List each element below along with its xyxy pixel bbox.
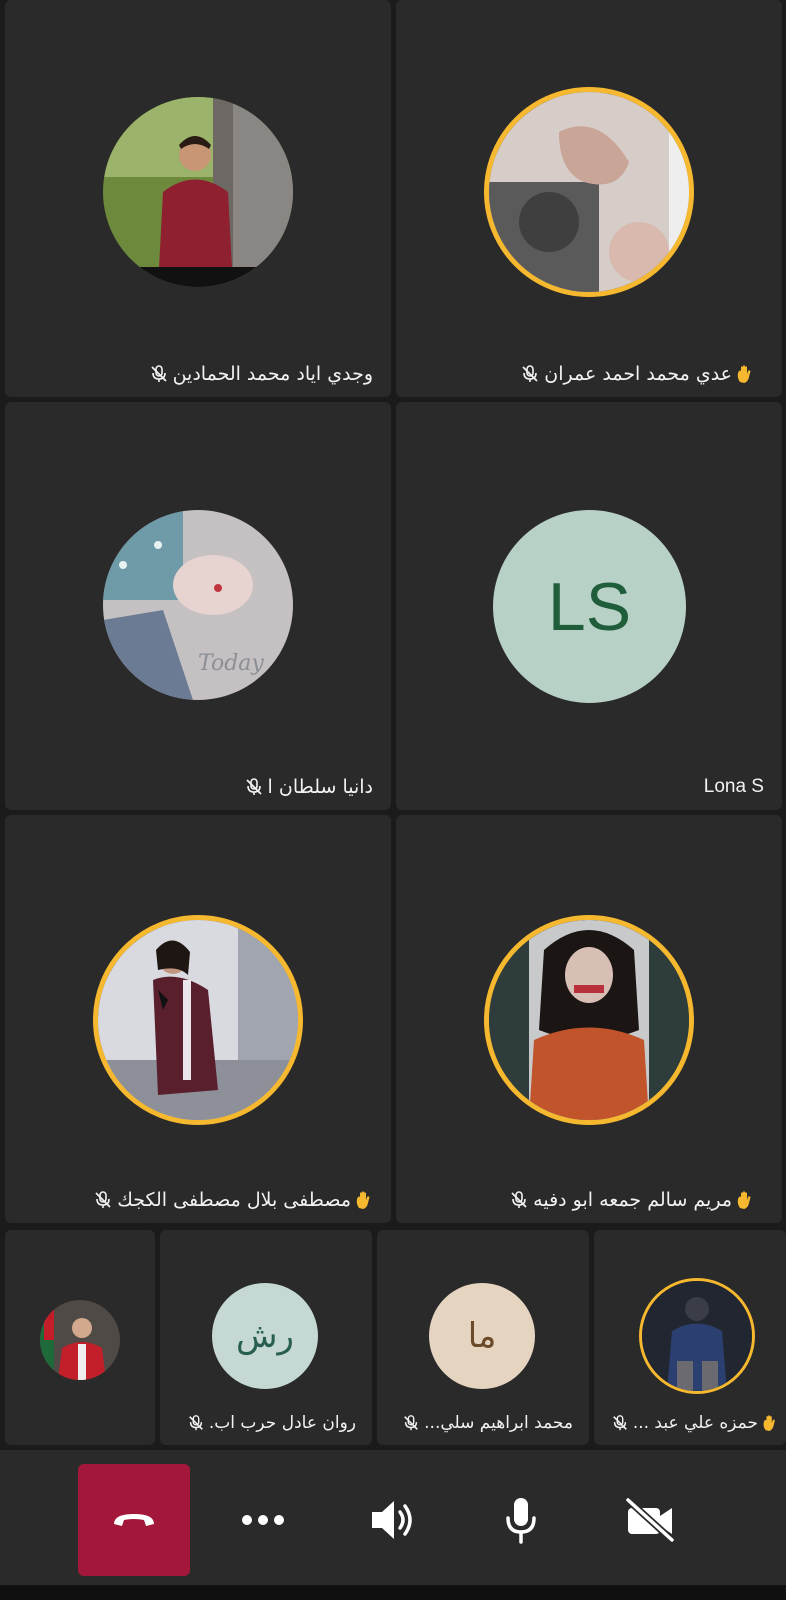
person-photo-icon bbox=[489, 920, 689, 1120]
speaker-icon bbox=[372, 1501, 412, 1539]
more-options-button[interactable] bbox=[207, 1464, 319, 1576]
mic-muted-icon bbox=[244, 777, 264, 797]
initials-text: رش bbox=[236, 1316, 294, 1356]
avatar-photo bbox=[639, 1278, 755, 1394]
microphone-button[interactable] bbox=[465, 1464, 577, 1576]
camera-off-icon bbox=[625, 1498, 675, 1542]
participant-tile-small-1[interactable] bbox=[5, 1230, 155, 1445]
mic-muted-icon bbox=[611, 1414, 629, 1432]
participant-tile-small-2[interactable]: رش روان عادل حرب اب. bbox=[160, 1230, 372, 1445]
participant-name: روان عادل حرب اب. bbox=[187, 1413, 356, 1433]
participant-tile-5[interactable]: مصطفى بلال مصطفى الكجك bbox=[5, 815, 391, 1223]
mic-muted-icon bbox=[149, 364, 169, 384]
initials-text: ما bbox=[467, 1316, 497, 1356]
participant-name: عدي محمد احمد عمران bbox=[520, 363, 754, 385]
avatar-photo bbox=[103, 97, 293, 287]
call-toolbar bbox=[0, 1450, 786, 1585]
person-photo-icon bbox=[489, 92, 689, 292]
person-photo-icon bbox=[103, 97, 293, 287]
participant-tile-1[interactable]: وجدي اياد محمد الحمادين bbox=[5, 0, 391, 397]
hang-up-button[interactable] bbox=[78, 1464, 190, 1576]
avatar-initials: رش bbox=[212, 1283, 318, 1389]
participant-name: مصطفى بلال مصطفى الكجك bbox=[93, 1189, 373, 1211]
person-photo-icon bbox=[642, 1281, 752, 1391]
microphone-icon bbox=[506, 1498, 536, 1544]
mic-muted-icon bbox=[509, 1190, 529, 1210]
raised-hand-icon bbox=[355, 1190, 373, 1210]
system-navigation-bar bbox=[0, 1585, 786, 1600]
mic-muted-icon bbox=[520, 364, 540, 384]
initials-text: LS bbox=[547, 568, 632, 645]
participant-name: محمد ابراهيم سلي... bbox=[402, 1413, 573, 1433]
speaker-button[interactable] bbox=[336, 1464, 448, 1576]
raised-hand-icon bbox=[736, 1190, 754, 1210]
participant-tile-3[interactable]: Today دانيا سلطان ا bbox=[5, 402, 391, 810]
svg-text:Today: Today bbox=[198, 651, 264, 676]
avatar-initials: LS bbox=[493, 510, 686, 703]
mic-muted-icon bbox=[402, 1414, 420, 1432]
phone-hangup-icon bbox=[114, 1514, 154, 1526]
participant-name: مريم سالم جمعه ابو دفيه bbox=[509, 1189, 754, 1211]
mic-muted-icon bbox=[187, 1414, 205, 1432]
avatar-photo bbox=[40, 1300, 120, 1380]
avatar-photo bbox=[484, 915, 694, 1125]
avatar-initials: ما bbox=[429, 1283, 535, 1389]
participant-tile-2[interactable]: عدي محمد احمد عمران bbox=[396, 0, 782, 397]
participant-tile-4[interactable]: LS Lona S bbox=[396, 402, 782, 810]
participant-tile-6[interactable]: مريم سالم جمعه ابو دفيه bbox=[396, 815, 782, 1223]
raised-hand-icon bbox=[762, 1414, 778, 1432]
participant-name: دانيا سلطان ا bbox=[244, 776, 373, 798]
person-photo-icon bbox=[40, 1300, 120, 1380]
participant-tile-small-3[interactable]: ما محمد ابراهيم سلي... bbox=[377, 1230, 589, 1445]
avatar-photo: Today bbox=[103, 510, 293, 700]
participant-name: وجدي اياد محمد الحمادين bbox=[149, 363, 373, 385]
avatar-photo bbox=[93, 915, 303, 1125]
camera-button[interactable] bbox=[594, 1464, 706, 1576]
raised-hand-icon bbox=[736, 364, 754, 384]
avatar-photo bbox=[484, 87, 694, 297]
person-photo-icon: Today bbox=[103, 510, 293, 700]
participant-tile-small-4[interactable]: حمزه علي عبد ... bbox=[594, 1230, 786, 1445]
participant-name: حمزه علي عبد ... bbox=[611, 1413, 778, 1433]
more-dots-icon bbox=[242, 1515, 284, 1525]
person-photo-icon bbox=[98, 920, 298, 1120]
participant-name: Lona S bbox=[703, 776, 764, 797]
mic-muted-icon bbox=[93, 1190, 113, 1210]
